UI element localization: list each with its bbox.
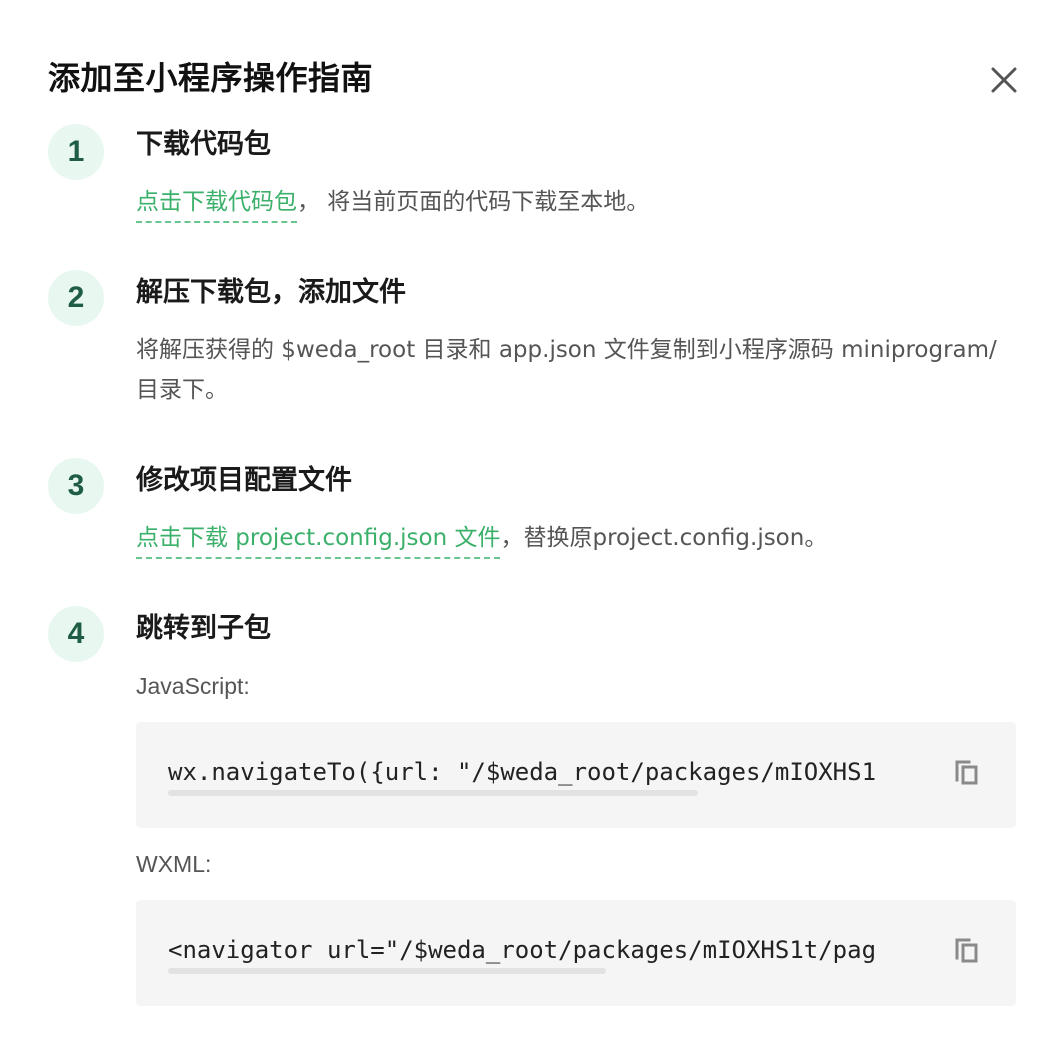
guide-dialog: 添加至小程序操作指南 1 下载代码包 点击下载代码包， 将当前页面的代码下载至本… [0,0,1058,1058]
horizontal-scrollbar[interactable] [168,968,606,974]
step-number: 1 [48,124,104,180]
wxml-code-block: <navigator url="/$weda_root/packages/mIO… [136,900,1016,1006]
copy-icon[interactable] [954,758,980,786]
step-number: 2 [48,270,104,326]
step-description: 点击下载代码包， 将当前页面的代码下载至本地。 [136,182,650,223]
step-title: 修改项目配置文件 [136,465,352,496]
javascript-code-block: wx.navigateTo({url: "/$weda_root/package… [136,722,1016,828]
step-description-text: ， 将当前页面的代码下载至本地。 [297,189,650,215]
copy-icon[interactable] [954,936,980,964]
step-number: 4 [48,606,104,662]
download-package-link[interactable]: 点击下载代码包 [136,189,297,223]
step-description-text: ，替换原project.config.json。 [500,525,828,551]
step-description-line: 将解压获得的 $weda_root 目录和 app.json 文件复制到小程序源… [136,337,997,363]
wxml-label: WXML: [136,851,212,877]
download-config-link[interactable]: 点击下载 project.config.json 文件 [136,525,501,559]
dialog-title: 添加至小程序操作指南 [48,59,374,97]
step-number: 3 [48,458,104,514]
step-title: 跳转到子包 [136,613,271,644]
close-icon[interactable] [986,62,1022,98]
wxml-code: <navigator url="/$weda_root/packages/mIO… [168,936,877,964]
horizontal-scrollbar[interactable] [168,790,698,796]
step-title: 下载代码包 [136,129,271,160]
step-description-line: 目录下。 [136,377,228,403]
javascript-label: JavaScript: [136,673,250,699]
step-description: 点击下载 project.config.json 文件，替换原project.c… [136,518,828,559]
step-title: 解压下载包，添加文件 [136,277,406,308]
javascript-code: wx.navigateTo({url: "/$weda_root/package… [168,758,877,786]
